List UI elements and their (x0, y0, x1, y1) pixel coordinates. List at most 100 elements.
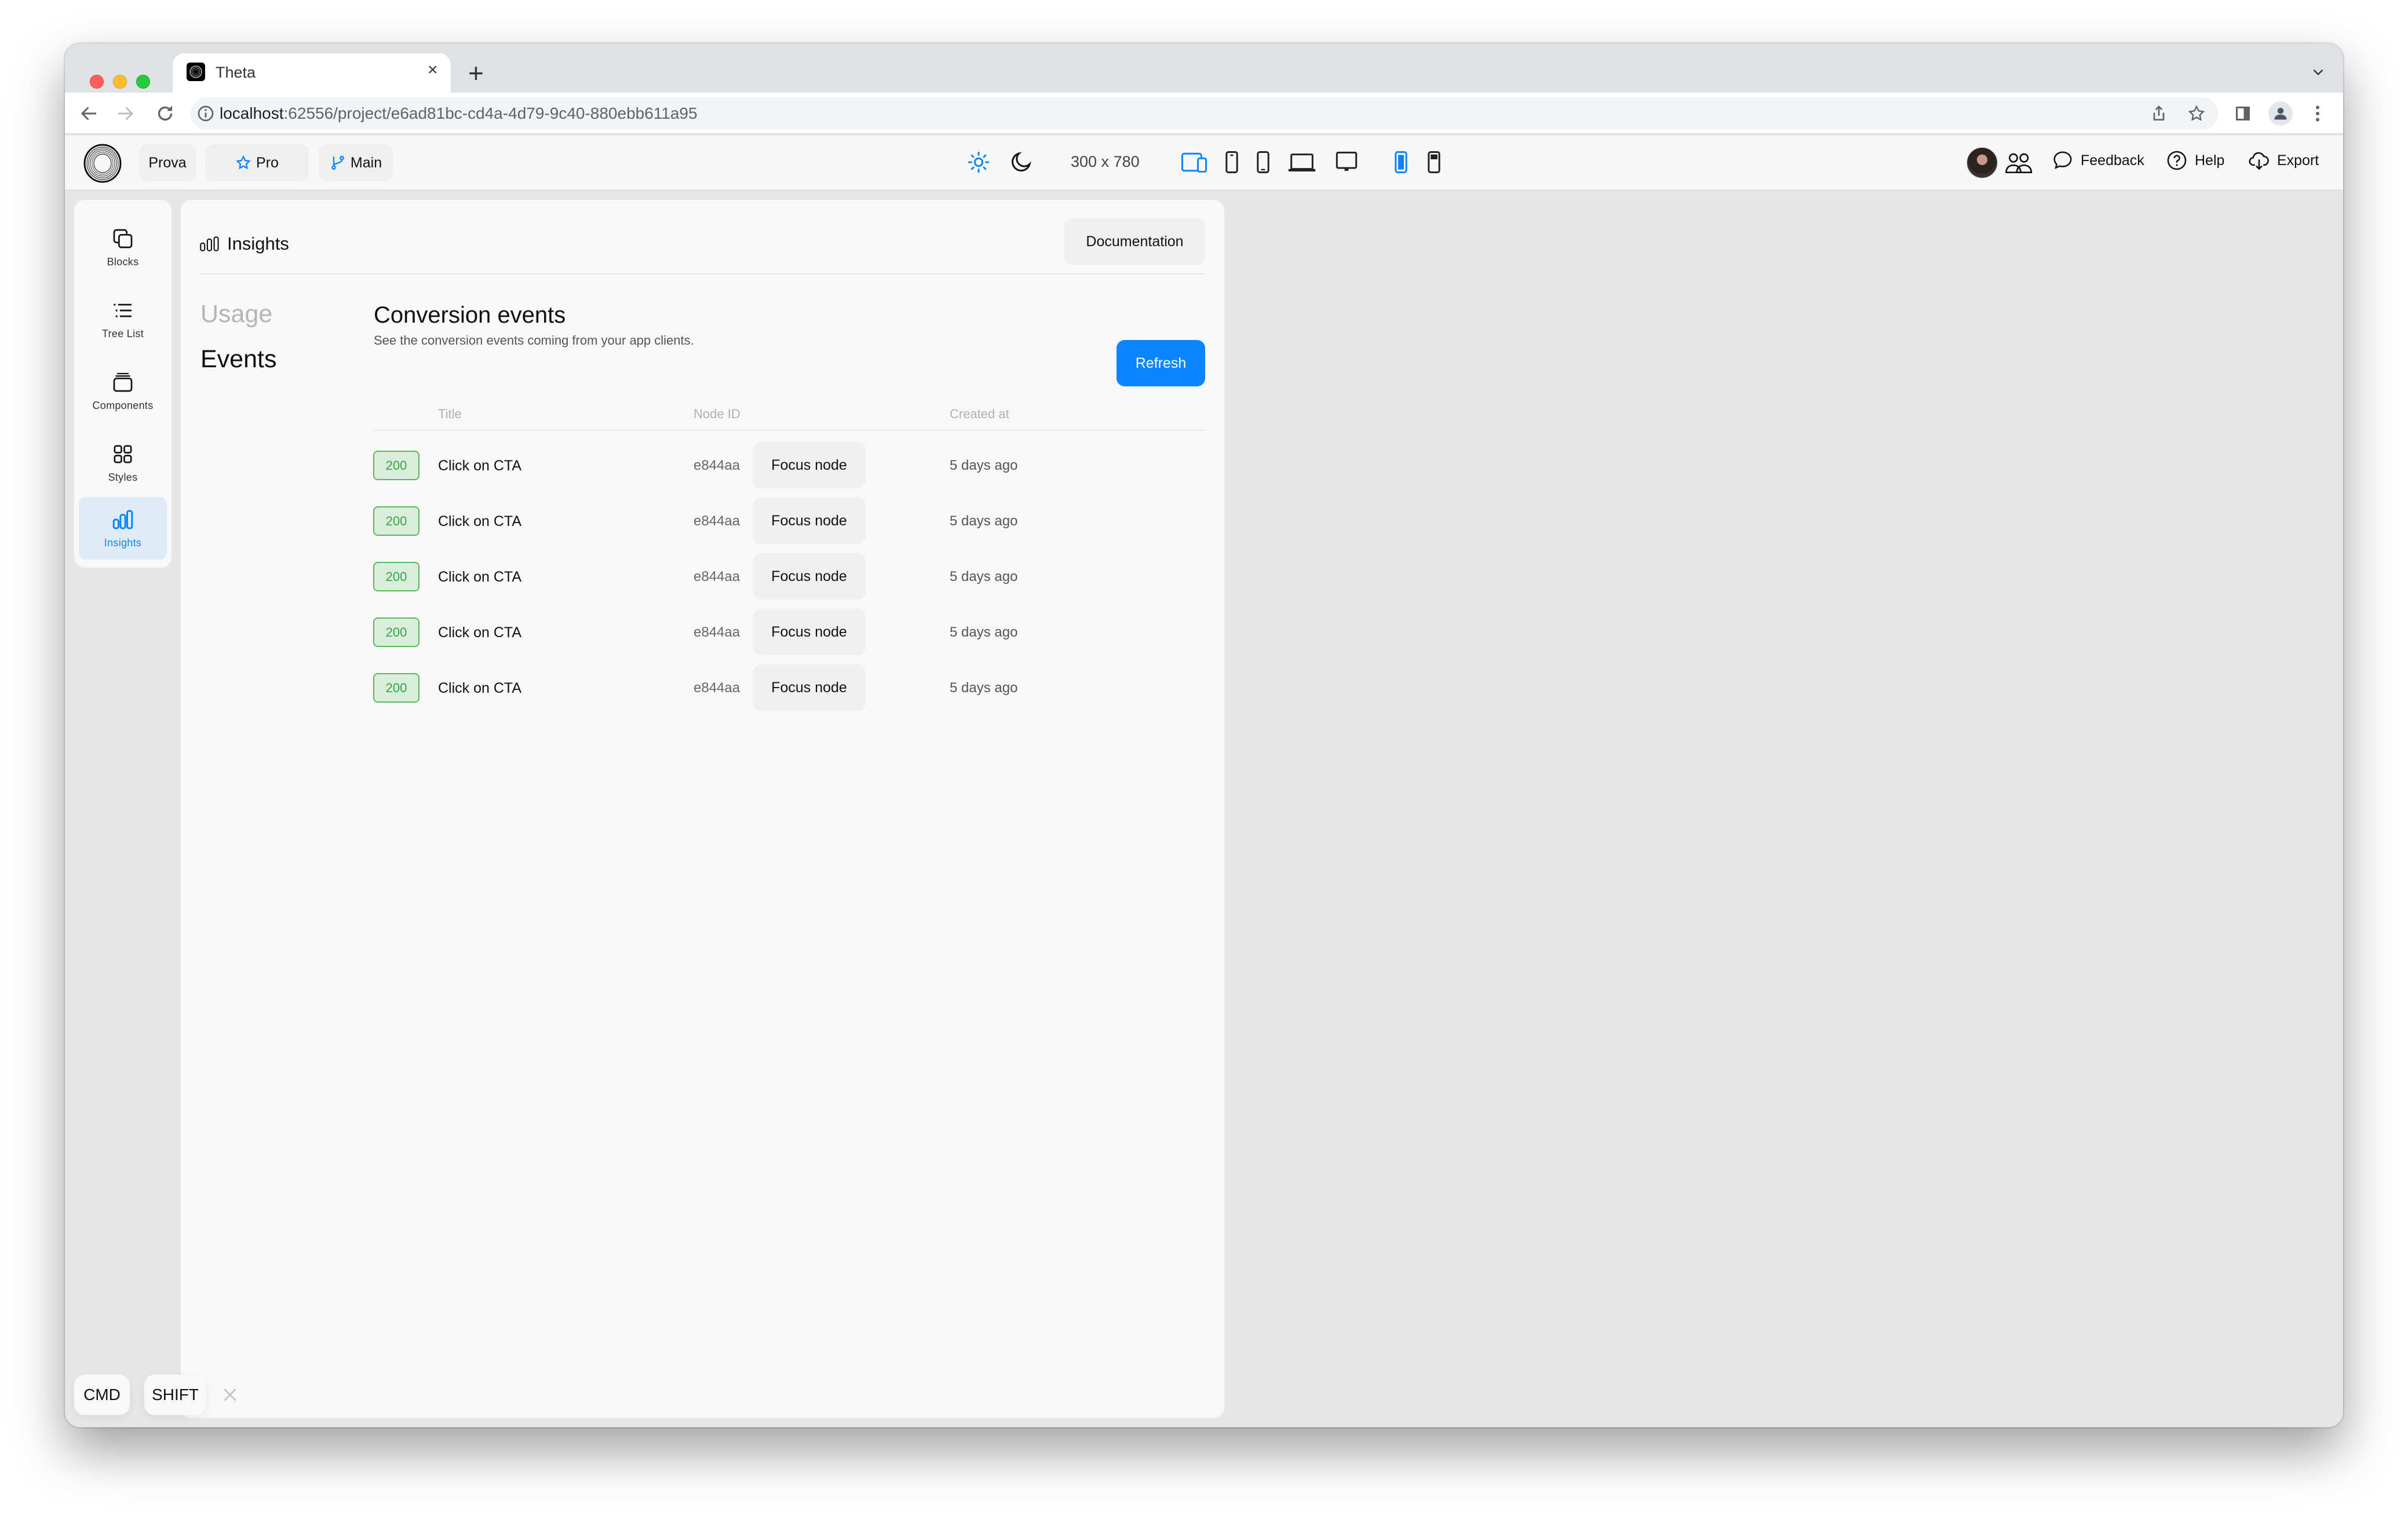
section-title: Conversion events (374, 302, 566, 328)
project-button[interactable]: Prova (139, 144, 196, 181)
subnav-usage[interactable]: Usage (200, 300, 272, 328)
sidebar-item-components[interactable]: Components (79, 360, 167, 422)
refresh-button[interactable]: Refresh (1117, 340, 1205, 386)
sidebar-item-tree-list[interactable]: Tree List (79, 288, 167, 350)
kebab-menu-icon[interactable] (2307, 103, 2328, 124)
phone-outline-icon[interactable] (1255, 151, 1271, 174)
status-badge: 200 (373, 506, 419, 536)
focus-node-button[interactable]: Focus node (753, 664, 866, 711)
collaborators-icon[interactable] (2005, 149, 2034, 176)
feedback-label: Feedback (2081, 152, 2144, 169)
branch-button[interactable]: Main (319, 144, 393, 181)
node-id: e844aa (694, 458, 740, 473)
components-icon (113, 372, 133, 392)
column-header-title: Title (438, 407, 462, 421)
minimize-window-button[interactable] (113, 75, 127, 89)
desktop-icon[interactable] (1334, 151, 1359, 174)
tab-title: Theta (216, 64, 256, 81)
focus-node-button[interactable]: Focus node (753, 553, 866, 600)
cloud-download-icon (2249, 152, 2269, 170)
theta-logo-icon[interactable] (83, 144, 122, 183)
light-mode-sun-icon[interactable] (967, 151, 990, 174)
insights-panel: Insights Documentation Usage Events Conv… (181, 200, 1224, 1418)
table-row: 200 Click on CTA e844aa Focus node 5 days ag… (373, 664, 1205, 726)
focus-node-button[interactable]: Focus node (753, 442, 866, 488)
focus-node-button[interactable]: Focus node (753, 498, 866, 544)
event-title: Click on CTA (438, 624, 522, 641)
node-id: e844aa (694, 569, 740, 584)
maximize-window-button[interactable] (136, 75, 150, 89)
created-at: 5 days ago (950, 680, 1018, 696)
close-key-hints-icon[interactable] (222, 1387, 238, 1402)
back-arrow-icon[interactable] (79, 103, 100, 124)
theta-favicon-icon (187, 63, 205, 81)
laptop-icon[interactable] (1287, 151, 1317, 174)
plan-pro-button[interactable]: Pro (205, 144, 309, 181)
info-icon[interactable] (196, 104, 215, 123)
column-header-created-at: Created at (950, 407, 1009, 421)
table-row: 200 Click on CTA e844aa Focus node 5 days ag… (373, 609, 1205, 671)
phone-fill-icon[interactable] (1392, 151, 1410, 174)
node-id: e844aa (694, 680, 740, 696)
sidebar-label: Tree List (101, 327, 144, 339)
sidebar-item-styles[interactable]: Styles (79, 432, 167, 494)
table-header-divider (373, 430, 1205, 431)
share-icon[interactable] (2150, 104, 2168, 123)
column-header-node-id: Node ID (694, 407, 740, 421)
export-button[interactable]: Export (2248, 149, 2319, 171)
tab-close-icon[interactable]: × (428, 61, 438, 79)
plan-button-label: Pro (256, 154, 279, 171)
viewport-size-label[interactable]: 300 x 780 (1071, 153, 1140, 171)
sidebar-label: Blocks (107, 255, 139, 268)
event-title: Click on CTA (438, 458, 522, 474)
tab-list-chevron-icon[interactable] (2311, 64, 2326, 79)
dark-mode-moon-icon[interactable] (1009, 151, 1032, 174)
url-bar[interactable]: localhost:62556/project/e6ad81bc-cd4a-4d… (191, 97, 2218, 130)
browser-window: Theta × + localhost:62556/project/e6ad81… (65, 43, 2343, 1427)
left-sidebar: Blocks Tree List Components Styles Insig… (74, 200, 172, 568)
section-subtitle: See the conversion events coming from yo… (374, 333, 694, 348)
profile-button[interactable] (2268, 101, 2293, 126)
table-row: 200 Click on CTA e844aa Focus node 5 days ag… (373, 442, 1205, 504)
subnav-events[interactable]: Events (200, 345, 276, 374)
tablet-phone-icon[interactable] (1181, 151, 1207, 174)
chat-bubble-icon (2053, 151, 2072, 169)
created-at: 5 days ago (950, 569, 1018, 584)
created-at: 5 days ago (950, 624, 1018, 640)
side-panel-icon[interactable] (2232, 103, 2253, 124)
sidebar-label: Styles (108, 471, 138, 483)
forward-arrow-icon[interactable] (115, 103, 136, 124)
reload-icon[interactable] (155, 103, 176, 124)
help-question-icon (2167, 151, 2187, 170)
event-title: Click on CTA (438, 569, 522, 585)
event-title: Click on CTA (438, 513, 522, 529)
table-row: 200 Click on CTA e844aa Focus node 5 days ag… (373, 498, 1205, 560)
insights-icon (200, 236, 219, 251)
profile-icon (2274, 108, 2287, 120)
user-avatar[interactable] (1966, 147, 1998, 179)
focus-node-button[interactable]: Focus node (753, 609, 866, 655)
url-text[interactable]: localhost:62556/project/e6ad81bc-cd4a-4d… (220, 104, 698, 123)
star-icon (236, 155, 251, 170)
header-divider (199, 273, 1205, 275)
browser-tab[interactable]: Theta × (173, 53, 451, 93)
close-window-button[interactable] (90, 75, 104, 89)
new-tab-button[interactable]: + (468, 60, 484, 86)
phone-notch-icon[interactable] (1425, 151, 1443, 174)
bookmark-star-icon[interactable] (2187, 104, 2206, 123)
styles-icon (114, 445, 132, 463)
blocks-icon (113, 229, 133, 248)
status-badge: 200 (373, 673, 419, 703)
created-at: 5 days ago (950, 458, 1018, 473)
phone-icon[interactable] (1224, 151, 1240, 174)
help-button[interactable]: Help (2166, 149, 2224, 171)
sidebar-item-insights[interactable]: Insights (79, 497, 167, 560)
node-id: e844aa (694, 624, 740, 640)
key-hint-cmd: CMD (74, 1375, 130, 1415)
documentation-button[interactable]: Documentation (1064, 218, 1205, 265)
node-id: e844aa (694, 513, 740, 529)
sidebar-item-blocks[interactable]: Blocks (79, 216, 167, 279)
table-row: 200 Click on CTA e844aa Focus node 5 days ag… (373, 553, 1205, 615)
feedback-button[interactable]: Feedback (2052, 149, 2144, 171)
panel-title: Insights (227, 233, 289, 254)
